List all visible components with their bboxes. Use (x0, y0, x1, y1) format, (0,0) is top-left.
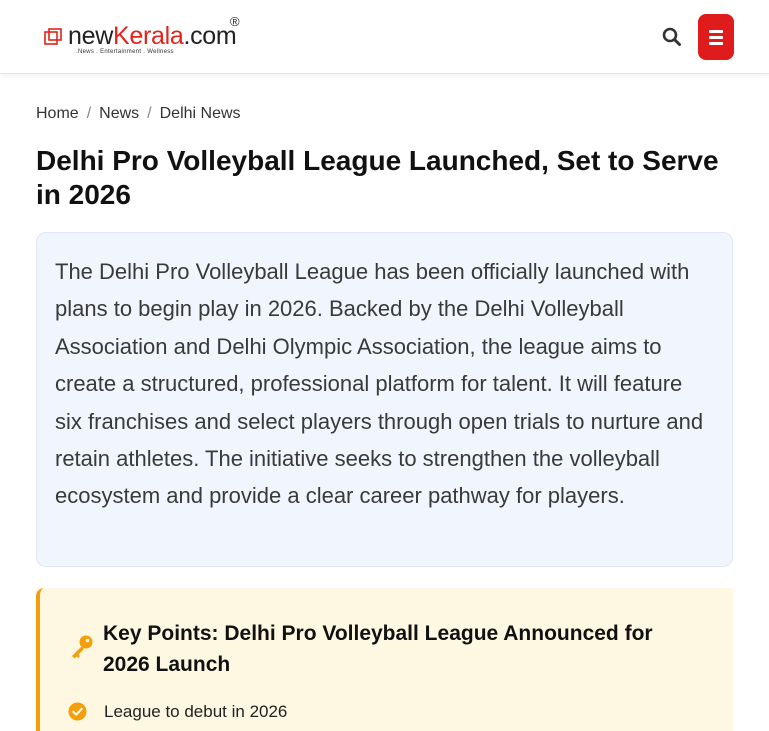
breadcrumb-separator: / (86, 105, 92, 122)
menu-button[interactable] (698, 14, 734, 60)
article-summary-box: The Delhi Pro Volleyball League has been… (36, 232, 733, 567)
logo-wordmark: newKerala.com (68, 22, 237, 50)
breadcrumb-separator: / (147, 105, 152, 122)
key-points-title: Key Points: Delhi Pro Volleyball League … (103, 622, 653, 676)
article-title: Delhi Pro Volleyball League Launched, Se… (36, 145, 719, 210)
logo-registered-mark: ® (230, 14, 240, 29)
breadcrumb: Home / News / Delhi News (36, 104, 241, 124)
key-point-text: League to debut in 2026 (104, 702, 288, 721)
key-icon (72, 635, 93, 659)
site-header: newKerala.com ® .News . Entertainment . … (0, 0, 769, 74)
check-circle-icon (68, 702, 87, 721)
logo-mark-icon (44, 28, 62, 45)
search-icon (662, 27, 681, 46)
breadcrumb-home[interactable]: Home (36, 105, 79, 122)
breadcrumb-news[interactable]: News (99, 105, 139, 122)
search-button[interactable] (660, 25, 684, 49)
site-logo[interactable]: newKerala.com ® .News . Entertainment . … (44, 14, 264, 60)
logo-tagline: .News . Entertainment . Wellness (76, 49, 174, 55)
breadcrumb-delhi-news[interactable]: Delhi News (160, 105, 241, 122)
key-points-box: Key Points: Delhi Pro Volleyball League … (36, 588, 733, 731)
article-summary-text: The Delhi Pro Volleyball League has been… (55, 259, 704, 509)
